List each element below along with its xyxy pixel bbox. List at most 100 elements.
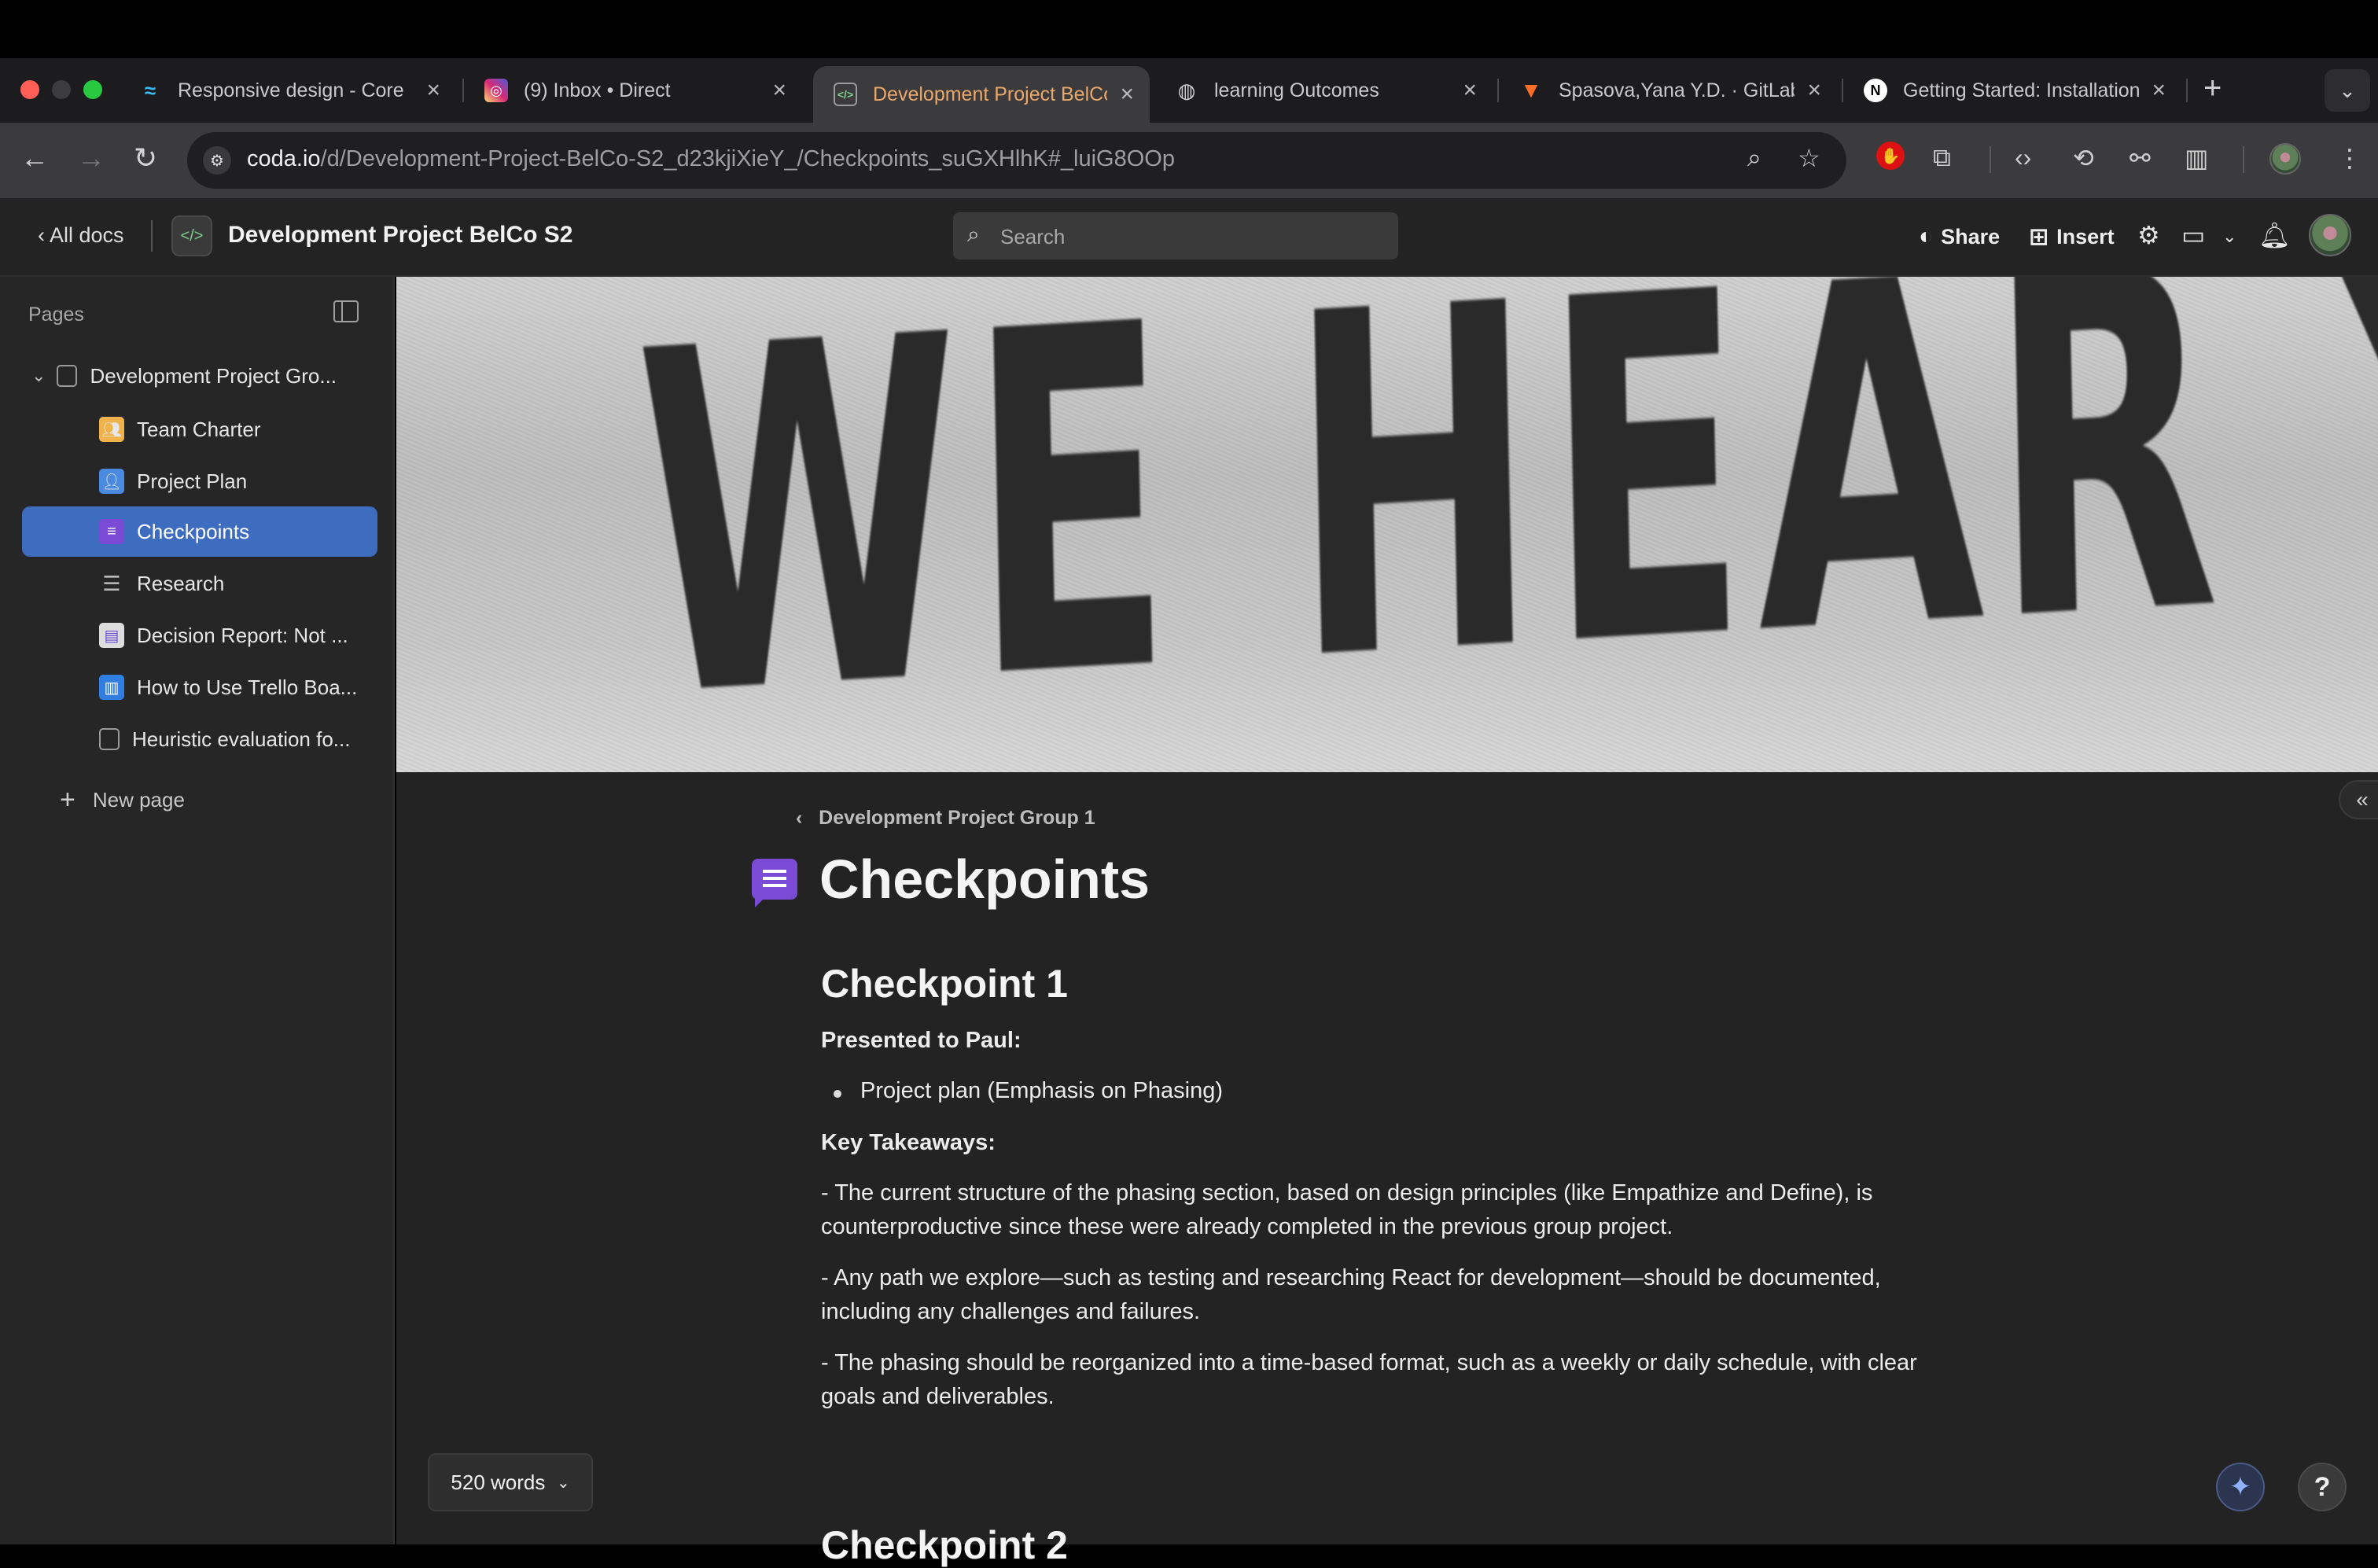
takeaway-paragraph[interactable]: - The phasing should be reorganized into… (821, 1346, 1953, 1414)
help-button[interactable]: ? (2298, 1463, 2347, 1511)
reload-button[interactable]: ↻ (134, 142, 157, 175)
forward-button[interactable]: → (77, 142, 105, 175)
people-icon: 👥︎ (99, 417, 124, 442)
sidebar-item-trello[interactable]: ▥ How to Use Trello Boa... (87, 662, 377, 712)
adblock-extension-icon[interactable]: ✋ (1876, 142, 1905, 170)
chevron-down-icon: ⌄ (556, 1474, 570, 1492)
tab-title: Development Project BelCo (873, 83, 1108, 105)
sidebar-item-decision-report[interactable]: ▤ Decision Report: Not ... (87, 610, 377, 661)
close-window-button[interactable] (20, 80, 39, 99)
tab-search-button[interactable]: ⌄ (2325, 69, 2370, 112)
sidebar-item-label: Checkpoints (137, 519, 250, 543)
browser-profile-avatar[interactable] (2269, 143, 2301, 175)
tab-title: Spasova,Yana Y.D. · GitLab (1559, 79, 1795, 101)
bullet-dot (834, 1090, 841, 1098)
new-page-button[interactable]: + New page (60, 785, 185, 815)
presented-item[interactable]: Project plan (Emphasis on Phasing) (860, 1074, 1993, 1108)
doc-icon[interactable]: </> (171, 215, 212, 256)
tab-title: learning Outcomes (1214, 79, 1379, 101)
share-button[interactable]: ◐ Share (1919, 223, 2000, 250)
doc-title[interactable]: Development Project BelCo S2 (228, 222, 572, 248)
url-text[interactable]: coda.io/d/Development-Project-BelCo-S2_d… (247, 146, 1175, 172)
presented-label[interactable]: Presented to Paul: (821, 1024, 1953, 1058)
coda-doc-icon: </> (834, 83, 857, 106)
browser-tab[interactable]: ◎ (9) Inbox • Direct × (464, 66, 802, 115)
takeaways-label[interactable]: Key Takeaways: (821, 1126, 1953, 1160)
minimize-window-button[interactable] (52, 80, 71, 99)
toolbar-divider (1990, 146, 1991, 173)
sidebar-item-label: Development Project Gro... (90, 363, 337, 388)
gear-icon[interactable]: ⚙ (2137, 220, 2160, 250)
browser-tab[interactable]: ≈ Responsive design - Core × (118, 66, 456, 115)
sidebar-toggle-icon[interactable] (333, 300, 359, 322)
word-count-label: 520 words (451, 1470, 546, 1494)
close-tab-icon[interactable]: × (1807, 77, 1821, 104)
trello-icon: ▥ (99, 675, 124, 700)
bookmark-star-icon[interactable]: ☆ (1798, 143, 1820, 173)
close-tab-icon[interactable]: × (1120, 81, 1134, 108)
cover-image: WE HEAR YOU. (396, 277, 2378, 772)
tailwind-icon: ≈ (144, 78, 156, 102)
header-divider (151, 220, 153, 252)
browser-tab[interactable]: N Getting Started: Installation × (1843, 66, 2181, 115)
collapse-panel-button[interactable]: « (2339, 780, 2378, 819)
nextjs-icon: N (1864, 79, 1887, 102)
site-info-icon[interactable]: ⚙ (203, 146, 231, 175)
takeaway-paragraph[interactable]: - Any path we explore—such as testing an… (821, 1261, 1953, 1329)
bell-icon[interactable]: 🔔︎ (2258, 220, 2291, 250)
tab-title: Responsive design - Core (178, 79, 404, 101)
close-tab-icon[interactable]: × (426, 77, 440, 104)
sidebar-item-heuristic[interactable]: Heuristic evaluation fo... (87, 714, 377, 764)
browser-tab[interactable]: ▼ Spasova,Yana Y.D. · GitLab × (1499, 66, 1837, 115)
zoom-icon[interactable]: ⌕ (1747, 143, 1761, 173)
page-title[interactable]: Checkpoints (819, 848, 1150, 911)
ai-sparkle-button[interactable]: ✦ (2216, 1463, 2265, 1511)
section-heading[interactable]: Checkpoint 1 (821, 961, 1068, 1007)
sidebar-item-label: Team Charter (137, 417, 261, 441)
search-icon: ⌕ (967, 222, 980, 246)
team-icon: 👤︎ (99, 469, 124, 494)
browser-tab-active[interactable]: </> Development Project BelCo × (813, 66, 1150, 123)
code-icon[interactable]: ‹› (2015, 143, 2031, 172)
chevron-down-icon[interactable]: ⌄ (31, 366, 46, 386)
report-icon: ▤ (99, 623, 124, 648)
section-heading[interactable]: Checkpoint 2 (821, 1522, 1068, 1568)
sidebar-item-parent[interactable]: ⌄ Development Project Gro... (22, 351, 377, 401)
sidebar-item-research[interactable]: ☰ Research (87, 558, 377, 609)
instagram-icon: ◎ (484, 79, 508, 102)
close-tab-icon[interactable]: × (1463, 77, 1477, 104)
history-icon[interactable]: ⟲ (2073, 143, 2094, 173)
sidebar-item-checkpoints[interactable]: ≡ Checkpoints (22, 506, 377, 557)
word-count-button[interactable]: 520 words ⌄ (428, 1453, 593, 1511)
close-tab-icon[interactable]: × (2152, 77, 2166, 104)
back-button[interactable]: ← (20, 142, 49, 175)
maximize-window-button[interactable] (83, 80, 102, 99)
user-avatar[interactable] (2309, 214, 2351, 256)
toolbar-divider (2243, 146, 2244, 173)
extensions-puzzle-icon[interactable]: ⧉ (1933, 143, 1951, 173)
sidebar-item-label: Heuristic evaluation fo... (132, 727, 351, 751)
doc-icon (99, 728, 120, 750)
comments-icon[interactable]: ▭ (2181, 220, 2205, 250)
sidebar-item-label: Research (137, 571, 225, 595)
close-tab-icon[interactable]: × (772, 77, 786, 104)
sidebar-item-label: Project Plan (137, 469, 248, 493)
link-icon[interactable]: ⚯ (2130, 143, 2151, 173)
insert-grid-icon: ⊞ (2029, 224, 2049, 250)
takeaway-paragraph[interactable]: - The current structure of the phasing s… (821, 1176, 1953, 1244)
chevron-down-icon[interactable]: ⌄ (2222, 226, 2236, 247)
new-tab-button[interactable]: + (2203, 71, 2222, 106)
all-docs-link[interactable]: ‹ All docs (38, 223, 124, 248)
page-chat-icon[interactable] (752, 859, 797, 907)
insert-label: Insert (2056, 225, 2115, 248)
browser-tab[interactable]: ◍ learning Outcomes × (1154, 66, 1493, 115)
insert-button[interactable]: ⊞ Insert (2029, 223, 2115, 251)
browser-menu-icon[interactable]: ⋮ (2337, 143, 2362, 173)
doc-icon (57, 365, 78, 387)
reading-mode-icon[interactable]: ▥ (2185, 143, 2208, 173)
url-domain: coda.io (247, 146, 321, 171)
sidebar-item-project-plan[interactable]: 👤︎ Project Plan (87, 456, 377, 506)
sidebar-item-team-charter[interactable]: 👥︎ Team Charter (87, 404, 377, 455)
breadcrumb[interactable]: ‹ Development Project Group 1 (796, 807, 1095, 830)
url-path: /d/Development-Project-BelCo-S2_d23kjiXi… (320, 146, 1175, 171)
